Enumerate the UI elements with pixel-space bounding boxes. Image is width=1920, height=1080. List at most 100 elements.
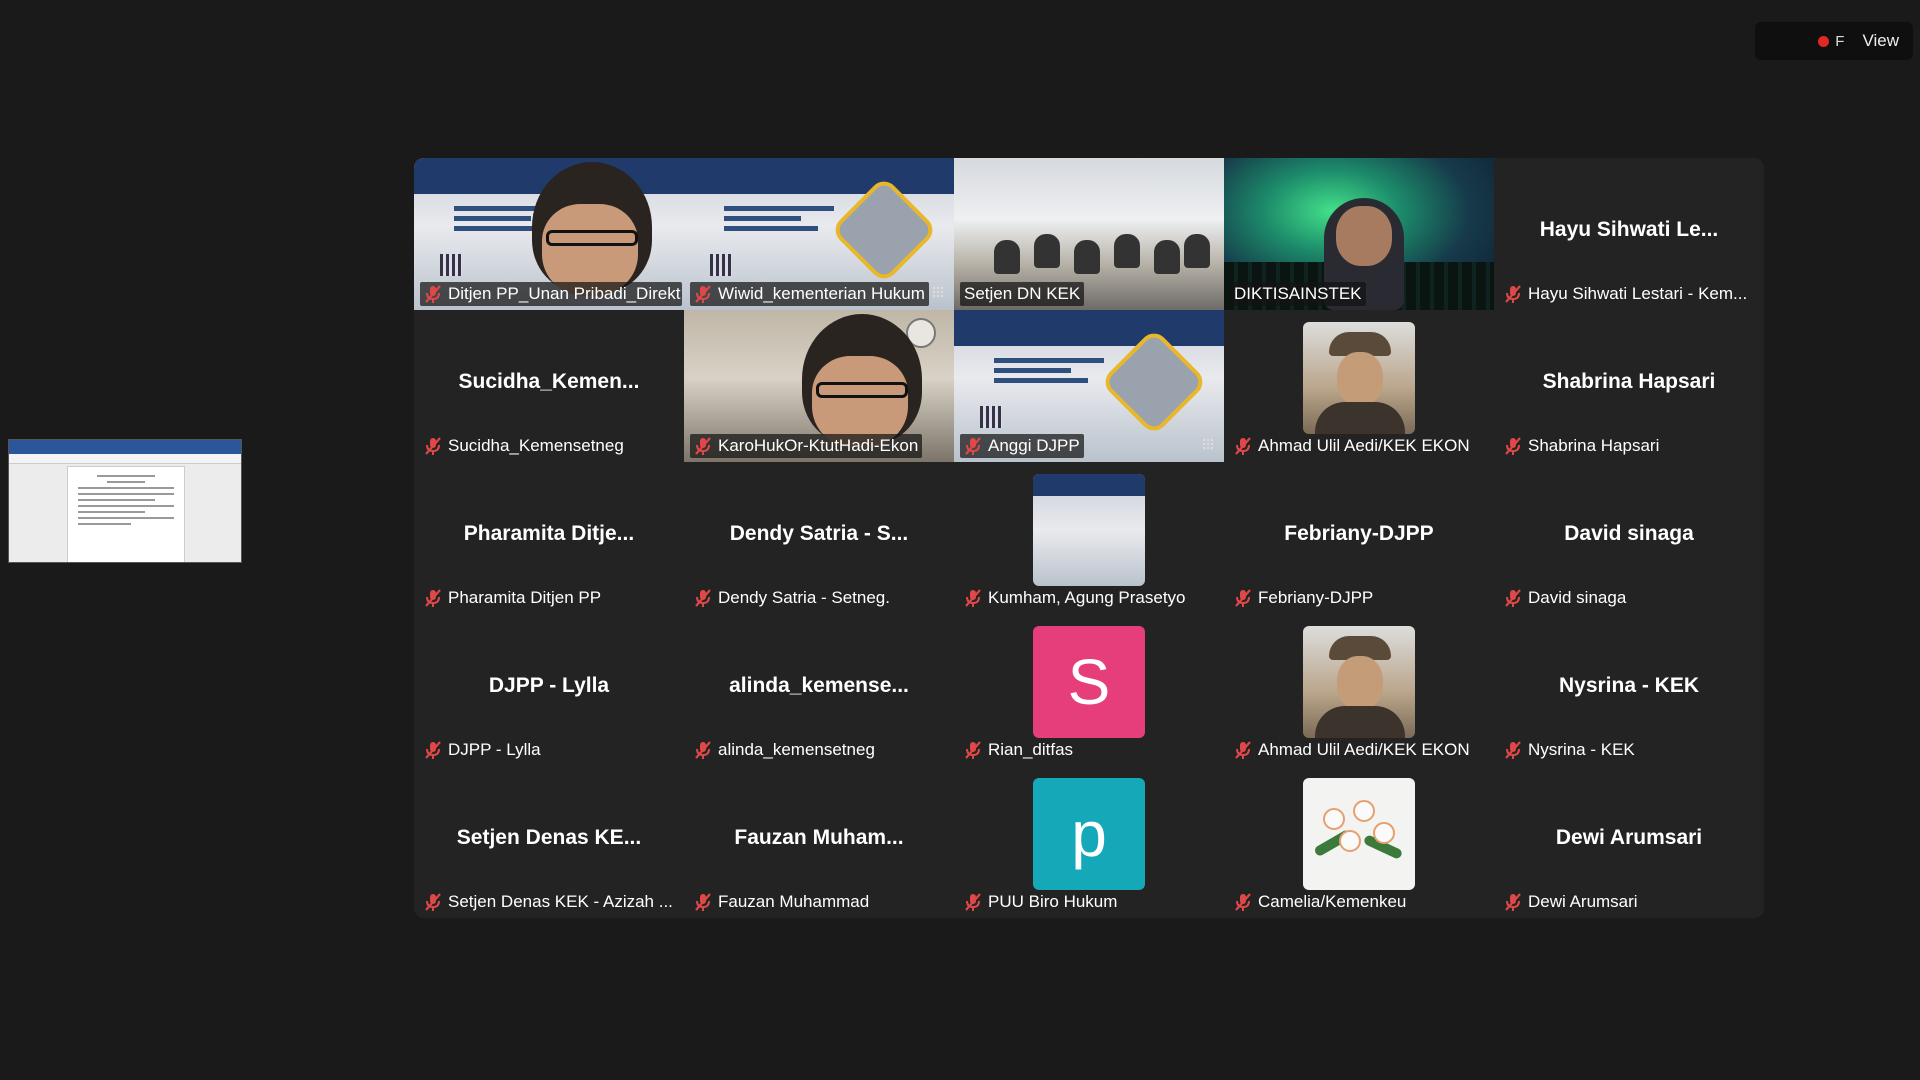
participant-tile[interactable]: David sinaga David sinaga [1494, 462, 1764, 614]
participant-tile[interactable]: DJPP - Lylla DJPP - Lylla [414, 614, 684, 766]
shared-screen-thumbnail[interactable] [8, 439, 242, 563]
muted-microphone-icon [694, 740, 712, 760]
participant-name-label: Anggi DJPP [960, 434, 1084, 458]
participant-name: alinda_kemensetneg [718, 740, 875, 759]
avatar: p [1033, 778, 1145, 890]
avatar: S [1033, 626, 1145, 738]
document-ribbon [9, 440, 241, 454]
recording-icon [1818, 35, 1830, 47]
participant-tile[interactable]: Ditjen PP_Unan Pribadi_Direkt... [414, 158, 684, 310]
participant-tile[interactable]: Setjen Denas KE... Setjen Denas KEK - Azi… [414, 766, 684, 918]
muted-microphone-icon [1234, 436, 1252, 456]
participant-name: Ahmad Ulil Aedi/KEK EKON [1258, 436, 1470, 455]
participant-name-label: KaroHukOr-KtutHadi-Ekon [690, 434, 923, 458]
avatar-initial: p [1071, 798, 1107, 870]
participant-tile[interactable]: DIKTISAINSTEK [1224, 158, 1494, 310]
participant-tile[interactable]: S Rian_ditfas [954, 614, 1224, 766]
participant-tile[interactable]: Wiwid_kementerian Hukum [684, 158, 954, 310]
participant-name-label: Fauzan Muhammad [690, 890, 873, 914]
participant-name: Pharamita Ditjen PP [448, 588, 602, 607]
participant-name-label: alinda_kemensetneg [690, 738, 879, 762]
participant-name: DJPP - Lylla [448, 740, 541, 759]
participant-tile[interactable]: Shabrina Hapsari Shabrina Hapsari [1494, 310, 1764, 462]
participant-tile[interactable]: Febriany-DJPP Febriany-DJPP [1224, 462, 1494, 614]
muted-microphone-icon [1234, 588, 1252, 608]
participant-tile[interactable]: Dendy Satria - S... Dendy Satria - Setneg… [684, 462, 954, 614]
participant-tile[interactable]: Camelia/Kemenkeu [1224, 766, 1494, 918]
participant-name-label: Camelia/Kemenkeu [1230, 890, 1410, 914]
participant-tile[interactable]: p PUU Biro Hukum [954, 766, 1224, 918]
participant-tile[interactable]: Kumham, Agung Prasetyo [954, 462, 1224, 614]
participant-name: Anggi DJPP [988, 436, 1080, 455]
participant-name: David sinaga [1528, 588, 1627, 607]
participant-tile[interactable]: Nysrina - KEK Nysrina - KEK [1494, 614, 1764, 766]
participant-name-label: Dendy Satria - Setneg. [690, 586, 894, 610]
participant-name: Setjen Denas KEK - Azizah ... [448, 892, 673, 911]
participant-tile[interactable]: Ahmad Ulil Aedi/KEK EKON [1224, 614, 1494, 766]
participant-name-label: Dewi Arumsari [1500, 890, 1642, 914]
document-page [67, 466, 185, 562]
participant-tile[interactable]: Setjen DN KEK [954, 158, 1224, 310]
participant-name: Nysrina - KEK [1528, 740, 1635, 759]
participant-name-label: Shabrina Hapsari [1500, 434, 1663, 458]
participant-name: Ahmad Ulil Aedi/KEK EKON [1258, 740, 1470, 759]
more-options-icon[interactable] [1202, 438, 1216, 452]
participant-tile[interactable]: Dewi Arumsari Dewi Arumsari [1494, 766, 1764, 918]
participant-name-label: Hayu Sihwati Lestari - Kem... [1500, 282, 1751, 306]
avatar [1303, 322, 1415, 434]
participant-big-name: alinda_kemense... [729, 674, 909, 697]
muted-microphone-icon [694, 892, 712, 912]
participant-name: Dendy Satria - Setneg. [718, 588, 890, 607]
participant-name: Hayu Sihwati Lestari - Kem... [1528, 284, 1748, 303]
muted-microphone-icon [964, 588, 982, 608]
participant-name-label: Sucidha_Kemensetneg [420, 434, 628, 458]
participant-tile[interactable]: Fauzan Muham... Fauzan Muhammad [684, 766, 954, 918]
participant-name-label: Febriany-DJPP [1230, 586, 1377, 610]
participant-name-label: Nysrina - KEK [1500, 738, 1639, 762]
participant-name-label: DJPP - Lylla [420, 738, 545, 762]
participant-tile[interactable]: alinda_kemense... alinda_kemensetneg [684, 614, 954, 766]
participant-tile[interactable]: Hayu Sihwati Le... Hayu Sihwati Lestari -… [1494, 158, 1764, 310]
avatar [1303, 778, 1415, 890]
participant-name: Setjen DN KEK [964, 284, 1081, 303]
participant-name-label: Pharamita Ditjen PP [420, 586, 605, 610]
muted-microphone-icon [1504, 892, 1522, 912]
participant-name: Shabrina Hapsari [1528, 436, 1660, 455]
muted-microphone-icon [694, 436, 712, 456]
participant-big-name: Febriany-DJPP [1284, 522, 1434, 545]
muted-microphone-icon [1234, 892, 1252, 912]
participant-gallery: Ditjen PP_Unan Pribadi_Direkt... Wiwid_ke… [414, 158, 1764, 918]
avatar [1303, 626, 1415, 738]
participant-big-name: Fauzan Muham... [734, 826, 904, 849]
participant-tile[interactable]: Anggi DJPP [954, 310, 1224, 462]
avatar-initial: S [1067, 646, 1111, 718]
participant-tile[interactable]: Pharamita Ditje... Pharamita Ditjen PP [414, 462, 684, 614]
muted-microphone-icon [1504, 284, 1522, 304]
participant-tile[interactable]: KaroHukOr-KtutHadi-Ekon [684, 310, 954, 462]
participant-name: Fauzan Muhammad [718, 892, 870, 911]
participant-name-label: Setjen Denas KEK - Azizah ... [420, 890, 677, 914]
muted-microphone-icon [1504, 588, 1522, 608]
muted-microphone-icon [424, 892, 442, 912]
more-options-icon[interactable] [932, 286, 946, 300]
participant-name-label: Ditjen PP_Unan Pribadi_Direkt... [420, 282, 682, 306]
muted-microphone-icon [424, 284, 442, 304]
participant-name: Camelia/Kemenkeu [1258, 892, 1407, 911]
participant-name-label: Wiwid_kementerian Hukum [690, 282, 929, 306]
muted-microphone-icon [964, 436, 982, 456]
muted-microphone-icon [424, 740, 442, 760]
participant-name-label: DIKTISAINSTEK [1230, 282, 1366, 306]
participant-big-name: Hayu Sihwati Le... [1539, 218, 1719, 241]
muted-microphone-icon [1504, 740, 1522, 760]
participant-tile[interactable]: Sucidha_Kemen... Sucidha_Kemensetneg [414, 310, 684, 462]
muted-microphone-icon [694, 284, 712, 304]
participant-big-name: Setjen Denas KE... [456, 826, 642, 849]
participant-big-name: Pharamita Ditje... [463, 522, 635, 545]
muted-microphone-icon [1234, 740, 1252, 760]
view-menu-button[interactable]: F View [1755, 22, 1913, 60]
participant-name: Wiwid_kementerian Hukum [718, 284, 925, 303]
muted-microphone-icon [694, 588, 712, 608]
participant-name-label: PUU Biro Hukum [960, 890, 1121, 914]
document-toolbar [9, 454, 241, 464]
participant-tile[interactable]: Ahmad Ulil Aedi/KEK EKON [1224, 310, 1494, 462]
